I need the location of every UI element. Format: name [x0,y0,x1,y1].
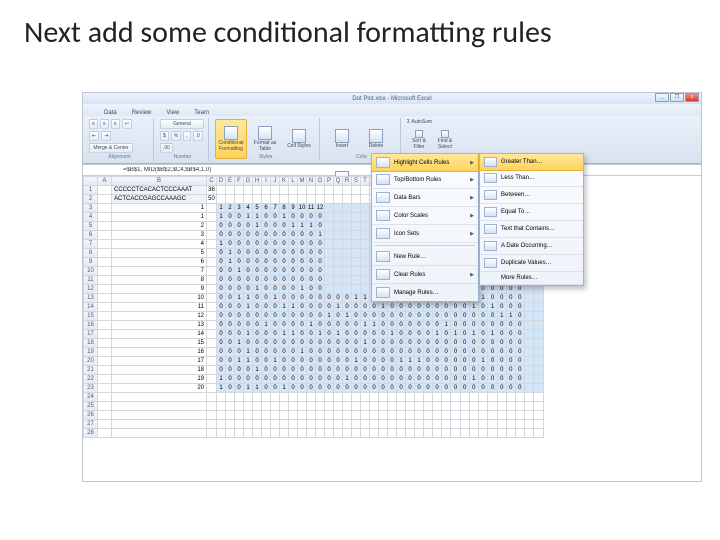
col-header[interactable]: O [316,177,325,186]
col-header[interactable]: C [207,177,217,186]
submenu-duplicate-values[interactable]: Duplicate Values… [480,255,583,272]
col-header[interactable]: P [325,177,334,186]
slide-title: Next add some conditional formatting rul… [0,0,720,59]
tab-team[interactable]: Team [191,109,212,116]
align-center-button[interactable]: ≡ [100,119,109,129]
tab-data[interactable]: Data [101,109,120,116]
text-contains-icon [484,224,497,234]
sort-icon [415,130,423,138]
currency-button[interactable]: $ [160,131,169,141]
col-header[interactable]: N [307,177,316,186]
align-right-button[interactable]: ≡ [111,119,120,129]
data-bars-icon [376,192,390,203]
col-header[interactable]: I [262,177,271,186]
indent-dec-button[interactable]: ⇤ [89,131,99,141]
percent-button[interactable]: % [171,131,181,141]
wrap-text-button[interactable]: ↩ [122,119,132,129]
group-alignment-label: Alignment [89,154,150,160]
col-header[interactable]: M [298,177,307,186]
window-title: Dot Plot.xlsx - Microsoft Excel [352,96,431,102]
tab-review[interactable]: Review [129,109,155,116]
submenu-arrow-icon: ▶ [470,160,474,166]
dec-decimal-button[interactable]: .00 [160,143,173,153]
format-as-table-icon [258,126,272,140]
menu-data-bars[interactable]: Data Bars ▶ [372,189,478,207]
submenu-between[interactable]: Between… [480,187,583,204]
equal-to-icon [484,207,497,217]
menu-new-rule[interactable]: New Rule… [372,248,478,266]
submenu-equal-to[interactable]: Equal To… [480,204,583,221]
autosum-button[interactable]: Σ AutoSum [407,119,432,125]
cell-styles-button[interactable]: Cell Styles [283,119,315,159]
submenu-date-occurring[interactable]: A Date Occurring… [480,238,583,255]
top-bottom-icon [376,174,390,185]
between-icon [484,190,497,200]
icon-sets-icon [376,228,390,239]
col-header[interactable]: J [271,177,280,186]
date-icon [484,241,497,251]
col-header[interactable]: E [226,177,235,186]
col-header[interactable]: L [289,177,298,186]
submenu-text-contains[interactable]: Text that Contains… [480,221,583,238]
col-header[interactable]: F [235,177,244,186]
group-number-label: Number [160,154,205,160]
menu-manage-rules[interactable]: Manage Rules… [372,284,478,301]
sort-filter-button[interactable]: Sort & Filter [407,126,431,154]
duplicate-icon [484,258,497,268]
window-titlebar: Dot Plot.xlsx - Microsoft Excel _ ❐ x [83,93,701,104]
minimize-button[interactable]: _ [655,93,669,102]
clear-rules-icon [376,269,390,280]
insert-icon [335,129,349,143]
number-format-select[interactable]: General [160,119,204,129]
find-select-button[interactable]: Find & Select [433,126,457,154]
col-header[interactable]: D [217,177,226,186]
col-header[interactable]: K [280,177,289,186]
inc-decimal-button[interactable]: .0 [193,131,203,141]
col-header[interactable]: R [343,177,352,186]
merge-center-button[interactable]: Merge & Center [89,143,133,153]
col-header[interactable]: G [244,177,253,186]
manage-rules-icon [376,287,390,298]
col-header[interactable]: S [352,177,361,186]
format-as-table-button[interactable]: Format as Table [249,119,281,159]
col-header[interactable]: T [361,177,370,186]
align-left-button[interactable]: ≡ [89,119,98,129]
insert-cells-button[interactable]: Insert [326,119,358,159]
row-header[interactable]: 1 [84,186,98,195]
greater-than-icon [484,157,497,167]
conditional-formatting-icon [224,126,238,140]
comma-button[interactable]: , [183,131,190,141]
color-scales-icon [376,210,390,221]
tab-view[interactable]: View [163,109,182,116]
menu-color-scales[interactable]: Color Scales ▶ [372,207,478,225]
less-than-icon [484,173,497,183]
submenu-greater-than[interactable]: Greater Than… [479,153,584,171]
menu-clear-rules[interactable]: Clear Rules ▶ [372,266,478,284]
menu-icon-sets[interactable]: Icon Sets ▶ [372,225,478,243]
delete-icon [369,129,383,143]
new-rule-icon [376,251,390,262]
highlight-cells-icon [376,157,390,168]
col-header[interactable]: B [112,177,207,186]
cell-styles-icon [292,129,306,143]
submenu-less-than[interactable]: Less Than… [480,170,583,187]
formula-input[interactable]: =$B$1, MID($B$2,$C4,$B$4,1,0) [119,167,211,173]
col-header[interactable]: Q [334,177,343,186]
menu-top-bottom-rules[interactable]: Top/Bottom Rules ▶ [372,171,478,189]
indent-inc-button[interactable]: ⇥ [101,131,111,141]
col-header[interactable]: H [253,177,262,186]
highlight-cells-submenu: Greater Than… Less Than… Between… Equal … [479,153,584,286]
menu-highlight-cells-rules[interactable]: Highlight Cells Rules ▶ [371,153,479,172]
conditional-formatting-menu: Highlight Cells Rules ▶ Top/Bottom Rules… [371,153,479,302]
ribbon-tabs: Data Review View Team [83,104,701,116]
find-icon [441,130,449,138]
close-button[interactable]: x [685,93,699,102]
submenu-more-rules[interactable]: More Rules… [480,272,583,285]
group-styles-label: Styles [215,154,316,160]
conditional-formatting-button[interactable]: Conditional Formatting [215,119,247,159]
maximize-button[interactable]: ❐ [670,93,684,102]
col-header[interactable]: A [98,177,112,186]
excel-window: Dot Plot.xlsx - Microsoft Excel _ ❐ x Da… [82,92,702,482]
